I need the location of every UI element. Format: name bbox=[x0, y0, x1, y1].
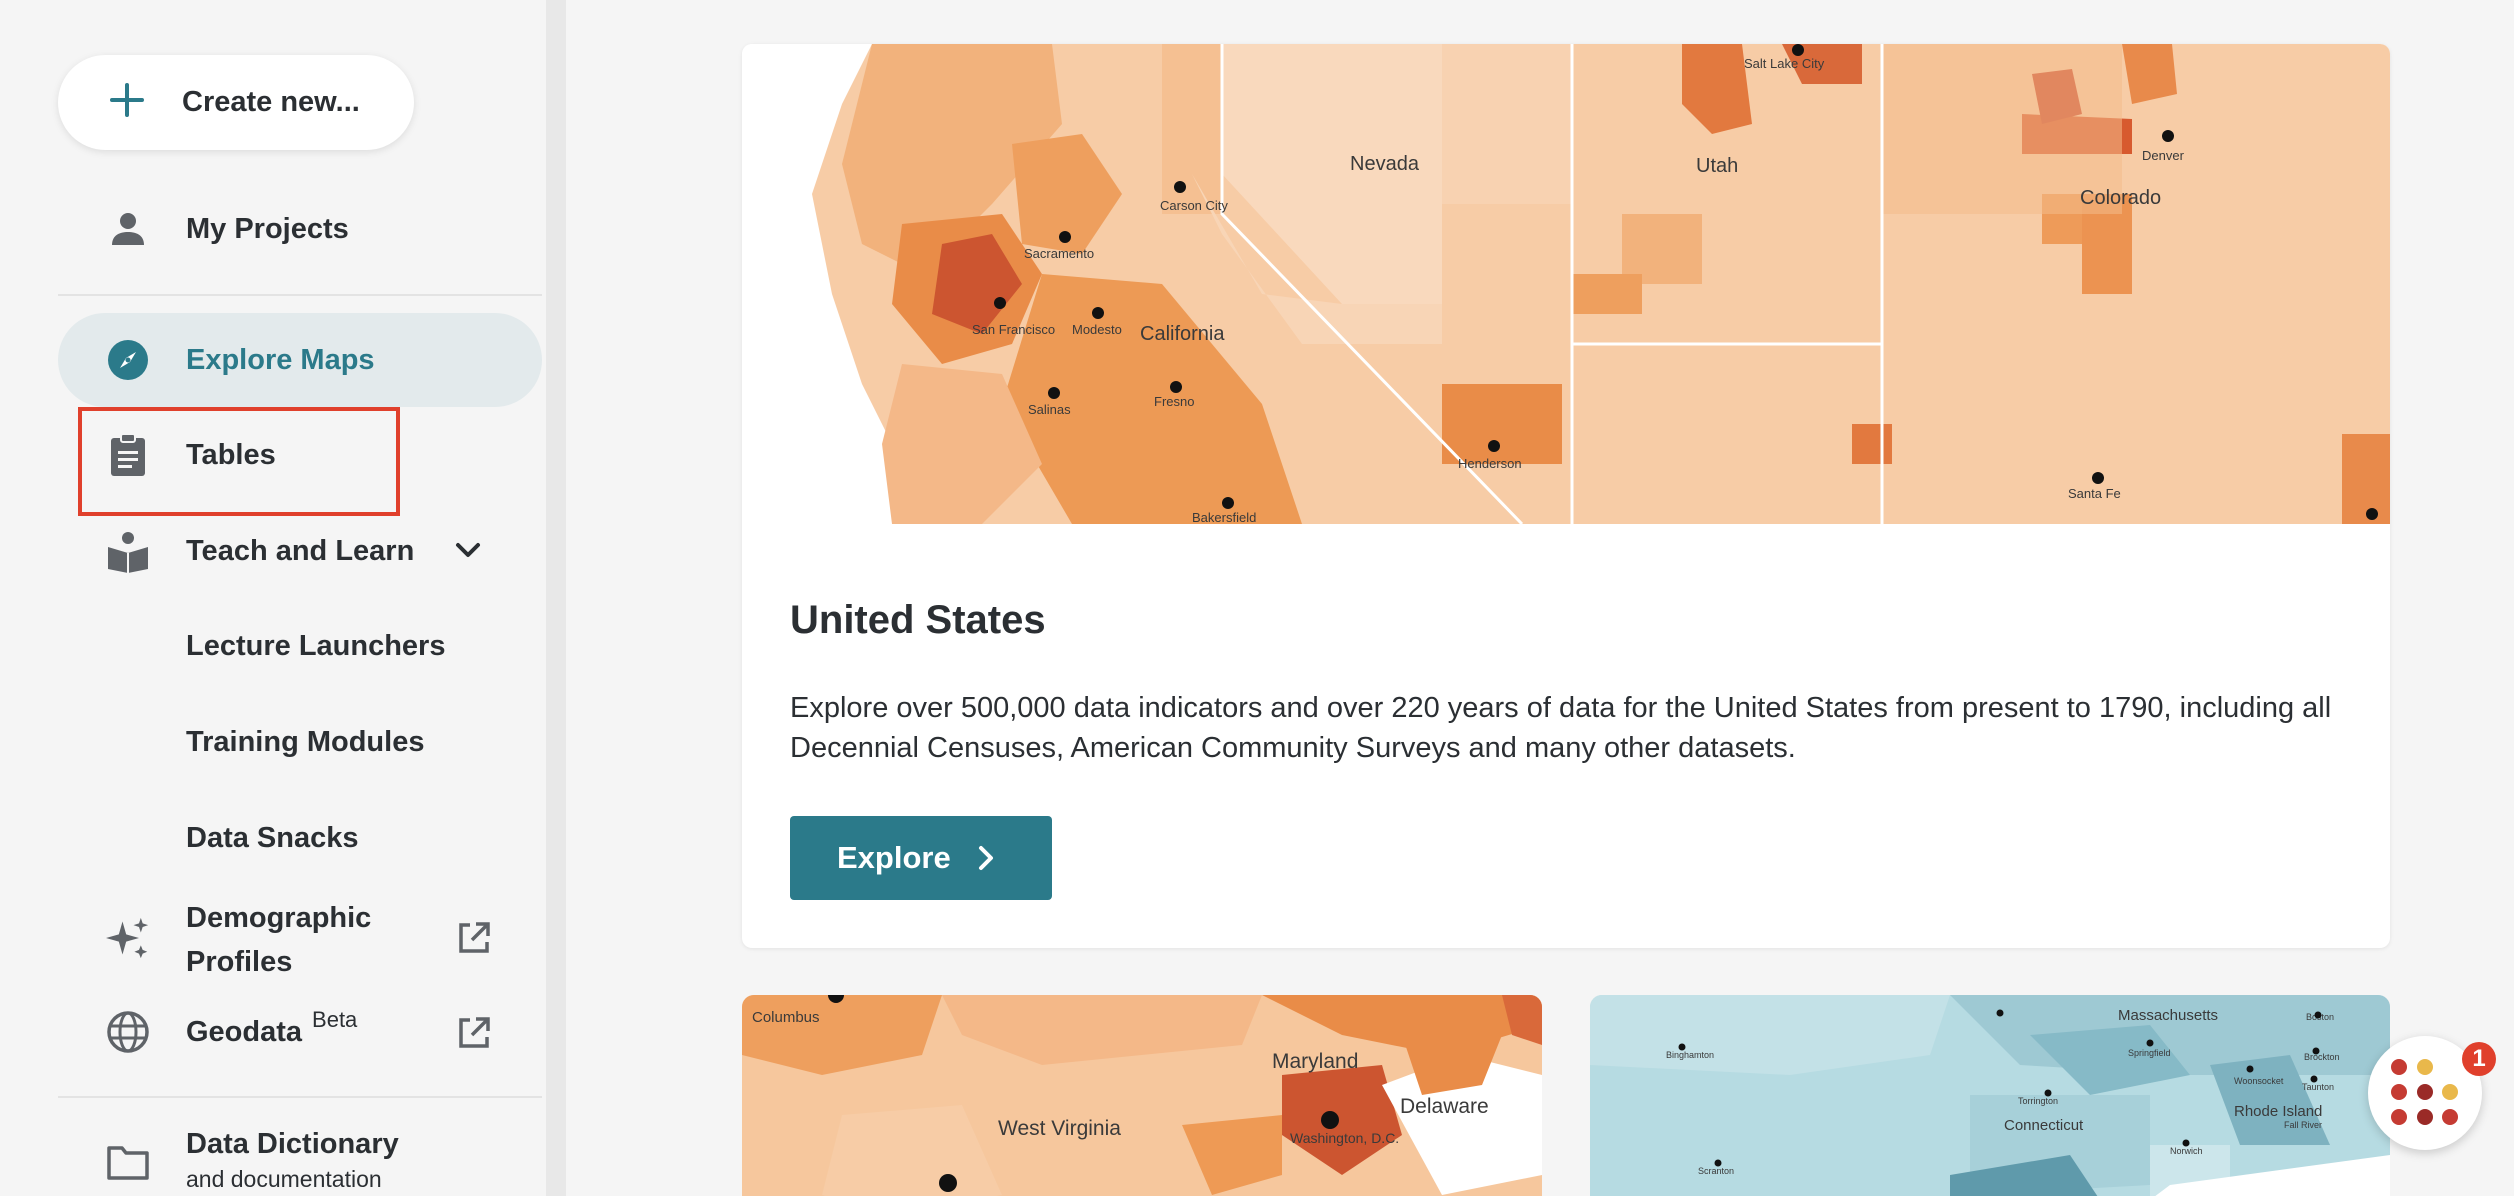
sidebar-item-data-dictionary[interactable]: Data Dictionary and documentation bbox=[58, 1118, 542, 1196]
map-label-henderson: Henderson bbox=[1458, 456, 1522, 471]
book-reader-icon bbox=[106, 529, 150, 573]
beta-badge: Beta bbox=[312, 1006, 358, 1032]
explore-button-label: Explore bbox=[837, 840, 951, 875]
sidebar-item-label-line1: Demographic bbox=[186, 902, 372, 934]
sidebar-subitem-training-modules[interactable]: Training Modules bbox=[186, 726, 424, 759]
map-label-fall-river: Fall River bbox=[2284, 1120, 2322, 1130]
city-marker bbox=[939, 1174, 957, 1192]
sidebar-item-tables[interactable]: Tables bbox=[58, 408, 542, 502]
map-label-taunton: Taunton bbox=[2302, 1082, 2334, 1092]
map-label-salinas: Salinas bbox=[1028, 402, 1071, 417]
us-map-image[interactable]: Nevada Utah Colorado California Carson C… bbox=[742, 44, 2390, 524]
map-label-brockton: Brockton bbox=[2304, 1052, 2340, 1062]
plus-icon bbox=[110, 83, 144, 117]
map-label-sacramento: Sacramento bbox=[1024, 246, 1094, 261]
sidebar-subitem-lecture-launchers[interactable]: Lecture Launchers bbox=[186, 630, 445, 663]
map-label-santa-fe: Santa Fe bbox=[2068, 486, 2121, 501]
clipboard-icon bbox=[106, 433, 150, 477]
sidebar: Create new... My Projects Explore Maps T… bbox=[0, 0, 566, 1196]
map-label-salt-lake: Salt Lake City bbox=[1744, 56, 1825, 71]
map-label-utah: Utah bbox=[1696, 155, 1738, 177]
map-label-bakersfield: Bakersfield bbox=[1192, 510, 1256, 524]
map-label-denver: Denver bbox=[2142, 148, 2185, 163]
sidebar-item-demographic-profiles[interactable]: Demographic Profiles bbox=[58, 890, 542, 990]
map-label-west-virginia: West Virginia bbox=[998, 1117, 1121, 1140]
capital-marker bbox=[1321, 1111, 1339, 1129]
sidebar-item-label: Explore Maps bbox=[186, 343, 375, 376]
globe-icon bbox=[106, 1010, 150, 1054]
map-label-torrington: Torrington bbox=[2018, 1096, 2058, 1106]
notification-badge: 1 bbox=[2462, 1042, 2496, 1076]
map-label-massachusetts: Massachusetts bbox=[2118, 1007, 2218, 1024]
mid-atlantic-map-card[interactable]: Columbus Maryland Delaware West Virginia… bbox=[742, 995, 1542, 1196]
sidebar-item-label: Geodata bbox=[186, 1015, 303, 1048]
external-link-icon[interactable] bbox=[456, 1015, 492, 1051]
map-label-san-francisco: San Francisco bbox=[972, 322, 1055, 337]
card-title: United States bbox=[790, 598, 1046, 642]
sidebar-subitem-data-snacks[interactable]: Data Snacks bbox=[186, 822, 359, 855]
geodata-label-wrap: Geodata Beta bbox=[186, 1007, 357, 1049]
sidebar-item-explore-maps[interactable]: Explore Maps bbox=[58, 313, 542, 407]
divider bbox=[58, 294, 542, 296]
explore-button[interactable]: Explore bbox=[790, 816, 1052, 900]
map-label-scranton: Scranton bbox=[1698, 1166, 1734, 1176]
map-label-woonsocket: Woonsocket bbox=[2234, 1076, 2284, 1086]
compass-icon bbox=[106, 338, 150, 382]
map-label-modesto: Modesto bbox=[1072, 322, 1122, 337]
sidebar-item-label: Teach and Learn bbox=[186, 534, 415, 567]
create-new-button[interactable]: Create new... bbox=[58, 55, 414, 150]
chevron-right-icon bbox=[979, 846, 993, 870]
new-england-map-card[interactable]: Massachusetts Connecticut Rhode Island S… bbox=[1590, 995, 2390, 1196]
map-label-maryland: Maryland bbox=[1272, 1050, 1358, 1073]
map-label-carson-city: Carson City bbox=[1160, 198, 1228, 213]
map-label-binghamton: Binghamton bbox=[1666, 1050, 1714, 1060]
card-description: Explore over 500,000 data indicators and… bbox=[790, 692, 2332, 764]
sidebar-item-label-line2: Profiles bbox=[186, 946, 293, 978]
person-icon bbox=[106, 207, 150, 251]
map-label-california: California bbox=[1140, 323, 1225, 345]
sidebar-item-label: My Projects bbox=[186, 212, 349, 245]
sidebar-item-sublabel: and documentation bbox=[186, 1166, 382, 1192]
map-label-colorado: Colorado bbox=[2080, 187, 2161, 209]
map-label-nevada: Nevada bbox=[1350, 153, 1420, 175]
create-new-label: Create new... bbox=[182, 86, 360, 118]
new-england-map-image: Massachusetts Connecticut Rhode Island S… bbox=[1590, 995, 2390, 1196]
sidebar-item-my-projects[interactable]: My Projects bbox=[58, 182, 542, 276]
map-label-springfield: Springfield bbox=[2128, 1048, 2171, 1058]
sidebar-item-label: Data Dictionary bbox=[186, 1128, 399, 1160]
chevron-down-icon[interactable] bbox=[454, 541, 482, 561]
map-label-columbus: Columbus bbox=[752, 1009, 820, 1026]
sidebar-item-label: Tables bbox=[186, 438, 276, 471]
external-link-icon[interactable] bbox=[456, 920, 492, 956]
sparkle-icon bbox=[106, 916, 150, 960]
map-label-rhode-island: Rhode Island bbox=[2234, 1103, 2322, 1120]
featured-map-card: Nevada Utah Colorado California Carson C… bbox=[742, 44, 2390, 948]
folder-icon bbox=[106, 1140, 150, 1184]
sidebar-item-teach-and-learn[interactable]: Teach and Learn bbox=[58, 504, 542, 598]
map-label-norwich: Norwich bbox=[2170, 1146, 2203, 1156]
mid-atlantic-map-image: Columbus Maryland Delaware West Virginia… bbox=[742, 995, 1542, 1196]
divider bbox=[58, 1096, 542, 1098]
map-label-washington-dc: Washington, D.C. bbox=[1290, 1130, 1399, 1146]
map-label-delaware: Delaware bbox=[1400, 1095, 1489, 1118]
sidebar-item-geodata[interactable]: Geodata Beta bbox=[58, 985, 542, 1079]
map-label-fresno: Fresno bbox=[1154, 394, 1194, 409]
map-label-connecticut: Connecticut bbox=[2004, 1117, 2084, 1134]
